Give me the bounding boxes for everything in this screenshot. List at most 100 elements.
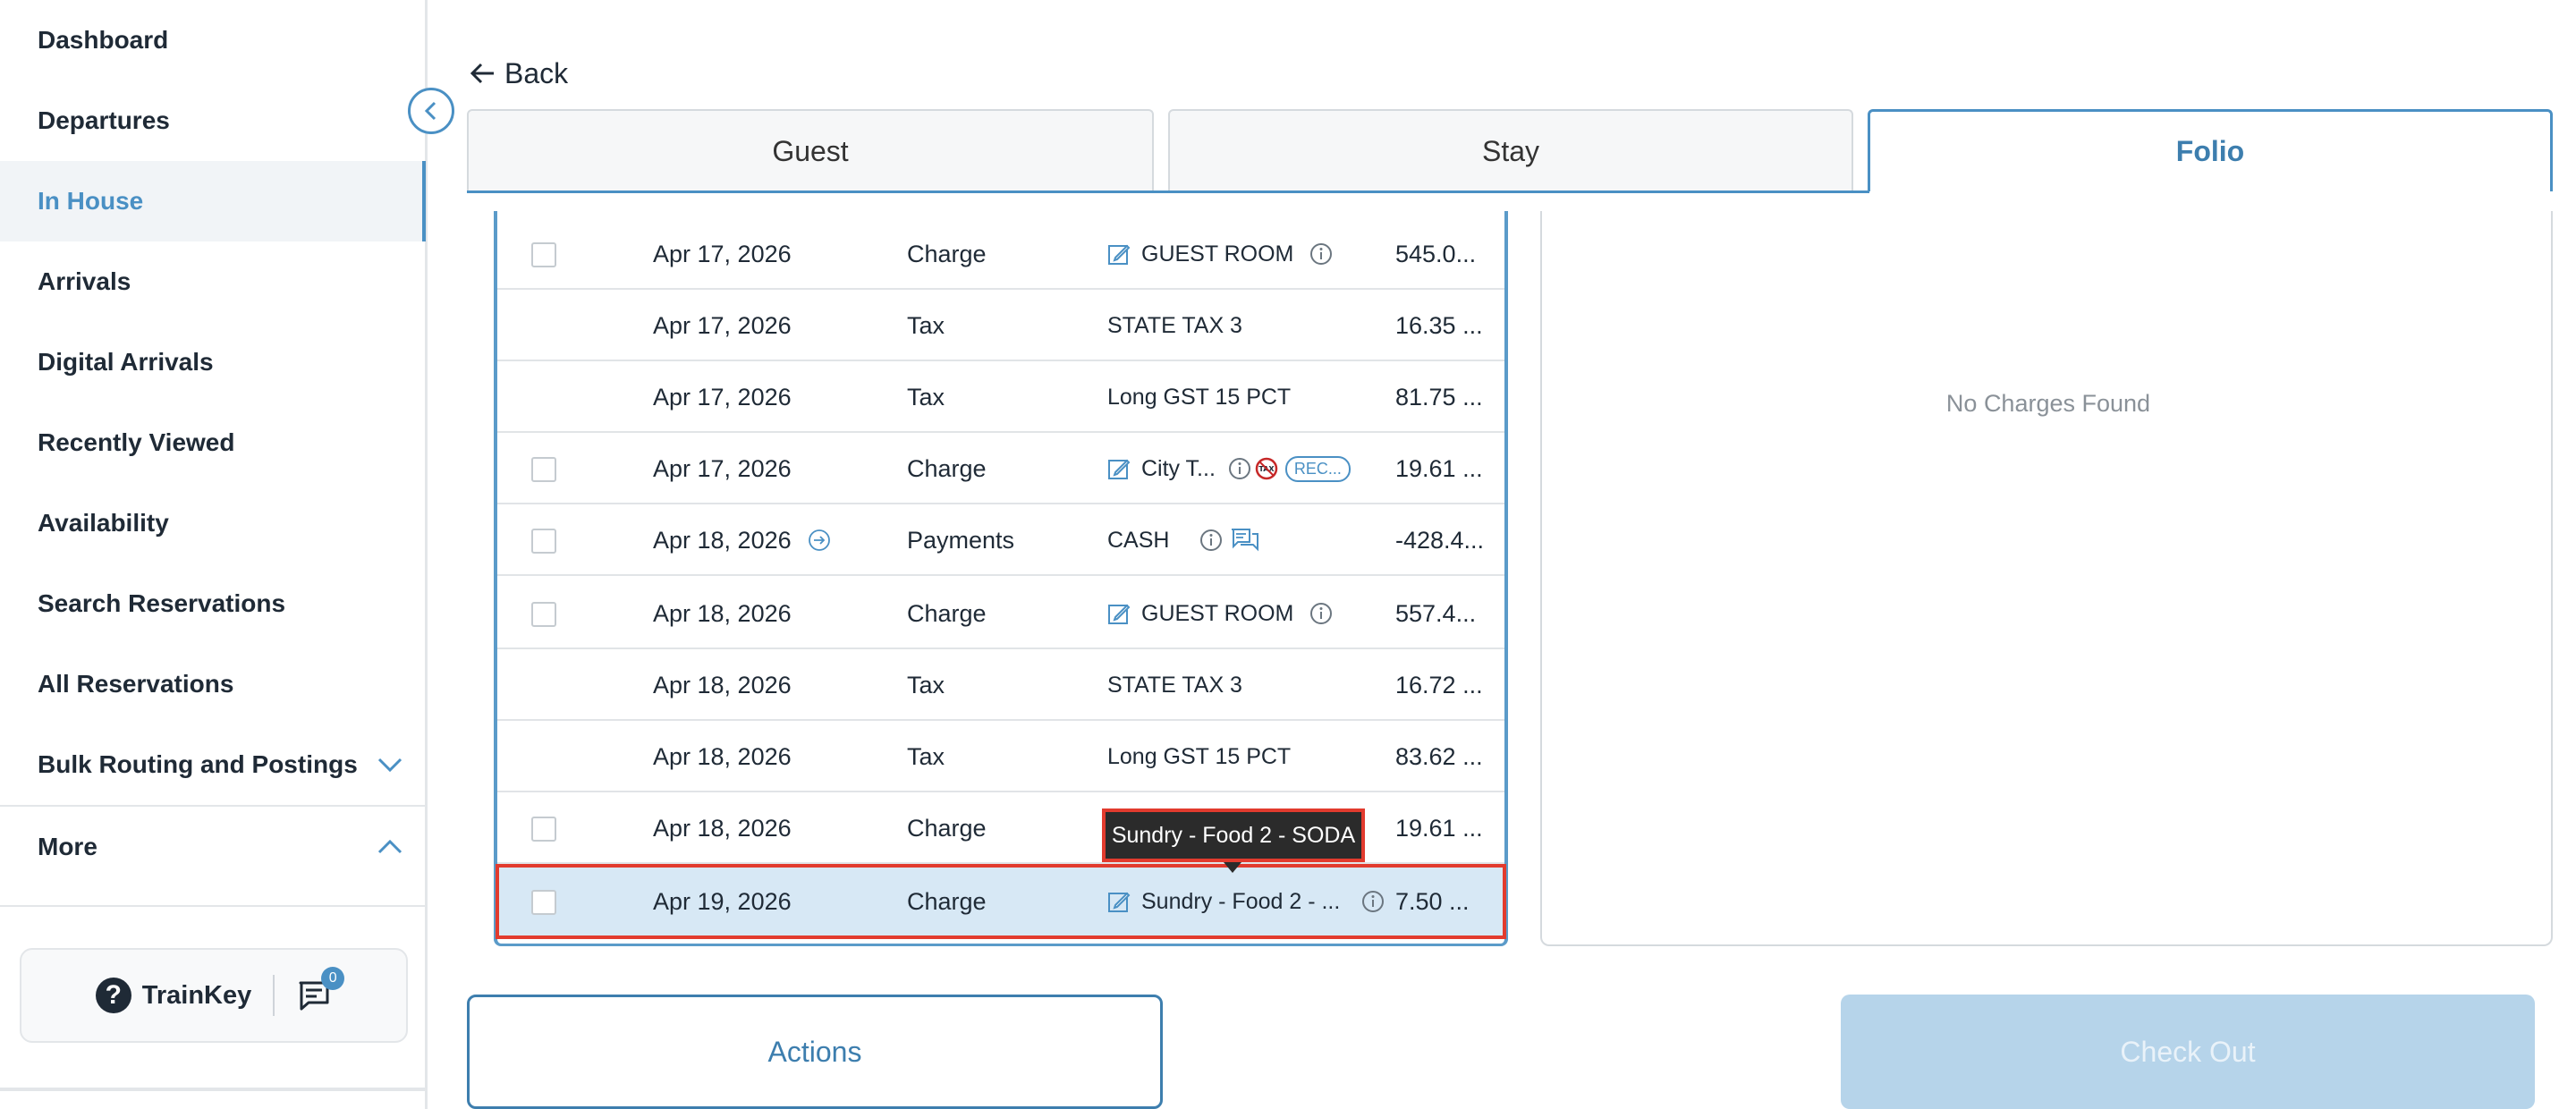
row-amount: 81.75 ... <box>1395 383 1483 411</box>
info-icon[interactable] <box>1228 457 1251 480</box>
info-icon[interactable] <box>1361 890 1385 913</box>
comment-icon[interactable] <box>1230 527 1260 554</box>
description-text: CASH <box>1107 527 1170 553</box>
row-type: Charge <box>907 599 987 627</box>
sidebar-item-search-reservations[interactable]: Search Reservations <box>0 563 426 644</box>
tab-label: Folio <box>2175 135 2245 167</box>
sidebar-item-label: In House <box>38 187 144 215</box>
chevron-left-icon <box>424 101 436 121</box>
row-amount: 7.50 ... <box>1395 887 1470 915</box>
date-text: Apr 18, 2026 <box>653 526 792 554</box>
table-row[interactable]: Apr 17, 2026 Charge City T... TAX REC...… <box>497 433 1504 504</box>
chevron-down-icon <box>377 758 402 773</box>
row-amount: 545.0... <box>1395 240 1477 267</box>
row-type: Tax <box>907 311 945 339</box>
info-icon[interactable] <box>1199 529 1223 552</box>
tax-exempt-icon[interactable]: TAX <box>1255 457 1278 480</box>
row-type: Payments <box>907 526 1015 554</box>
sidebar-item-digital-arrivals[interactable]: Digital Arrivals <box>0 322 426 402</box>
sidebar-item-in-house[interactable]: In House <box>0 161 426 241</box>
recurring-badge: REC... <box>1284 455 1351 482</box>
description-text: GUEST ROOM <box>1141 600 1294 626</box>
sidebar-divider <box>0 905 426 907</box>
row-date: Apr 17, 2026 <box>653 240 792 267</box>
row-checkbox[interactable] <box>531 602 556 627</box>
row-amount: 16.35 ... <box>1395 311 1483 339</box>
row-date: Apr 17, 2026 <box>653 454 792 482</box>
help-icon[interactable]: ? <box>95 978 131 1013</box>
transfer-arrow-icon[interactable] <box>808 529 831 552</box>
tab-guest[interactable]: Guest <box>467 109 1154 191</box>
row-description: CASH <box>1107 504 1260 576</box>
table-row[interactable]: Apr 17, 2026 Tax STATE TAX 3 16.35 ... <box>497 290 1504 361</box>
trainkey-label[interactable]: TrainKey <box>142 981 252 1011</box>
sidebar-item-recently-viewed[interactable]: Recently Viewed <box>0 402 426 483</box>
table-row[interactable]: Apr 17, 2026 Charge GUEST ROOM 545.0... <box>497 218 1504 290</box>
row-description: Sundry - Food 2 - ... <box>1107 866 1385 937</box>
info-icon[interactable] <box>1309 602 1333 625</box>
row-date: Apr 18, 2026 <box>653 742 792 770</box>
table-row[interactable]: Apr 18, 2026 Payments CASH -428.4... <box>497 504 1504 576</box>
sidebar-item-label: Search Reservations <box>38 589 286 617</box>
description-text: Sundry - Food 2 - ... <box>1141 888 1341 914</box>
sidebar-item-more[interactable]: More <box>0 807 426 887</box>
row-checkbox[interactable] <box>531 817 556 842</box>
messages-button[interactable]: 0 <box>296 967 345 1013</box>
sidebar-item-arrivals[interactable]: Arrivals <box>0 241 426 322</box>
edit-icon[interactable] <box>1107 602 1131 625</box>
back-button[interactable]: Back <box>469 54 568 93</box>
sidebar-item-availability[interactable]: Availability <box>0 483 426 563</box>
tab-folio[interactable]: Folio <box>1868 109 2553 191</box>
row-type: Charge <box>907 454 987 482</box>
sidebar-item-all-reservations[interactable]: All Reservations <box>0 644 426 724</box>
table-row[interactable]: Apr 18, 2026 Charge GUEST ROOM 557.4... <box>497 578 1504 649</box>
row-amount: 557.4... <box>1395 599 1477 627</box>
tooltip-arrow <box>1224 862 1241 873</box>
collapse-sidebar-button[interactable] <box>408 88 454 134</box>
row-description: STATE TAX 3 <box>1107 672 1242 698</box>
table-row-selected[interactable]: Apr 19, 2026 Charge Sundry - Food 2 - ..… <box>496 864 1506 939</box>
arrow-left-icon <box>470 63 494 84</box>
row-date: Apr 18, 2026 <box>653 504 831 576</box>
row-description: Long GST 15 PCT <box>1107 384 1292 410</box>
row-description: Long GST 15 PCT <box>1107 743 1292 769</box>
edit-icon[interactable] <box>1107 457 1131 480</box>
actions-button[interactable]: Actions <box>467 995 1163 1109</box>
row-amount: 16.72 ... <box>1395 671 1483 698</box>
sidebar-item-label: Dashboard <box>38 26 169 54</box>
table-row[interactable]: Apr 18, 2026 Tax STATE TAX 3 16.72 ... <box>497 649 1504 721</box>
sidebar-item-label: All Reservations <box>38 670 234 698</box>
row-date: Apr 17, 2026 <box>653 383 792 411</box>
row-checkbox[interactable] <box>531 529 556 554</box>
description-tooltip: Sundry - Food 2 - SODA <box>1102 808 1365 862</box>
info-icon[interactable] <box>1309 242 1333 266</box>
trainkey-panel: ? TrainKey 0 <box>20 948 408 1043</box>
sidebar-item-bulk-routing[interactable]: Bulk Routing and Postings <box>0 724 426 805</box>
sidebar-item-departures[interactable]: Departures <box>0 80 426 161</box>
divider <box>273 975 275 1016</box>
sidebar-item-dashboard[interactable]: Dashboard <box>0 0 426 80</box>
row-date: Apr 18, 2026 <box>653 599 792 627</box>
tab-label: Guest <box>772 134 849 167</box>
edit-icon[interactable] <box>1107 242 1131 266</box>
row-checkbox[interactable] <box>531 890 556 915</box>
chevron-up-icon <box>377 839 402 854</box>
sidebar-item-label: Recently Viewed <box>38 428 235 456</box>
row-type: Tax <box>907 383 945 411</box>
row-type: Charge <box>907 814 987 842</box>
row-date: Apr 19, 2026 <box>653 887 792 915</box>
edit-icon[interactable] <box>1107 890 1131 913</box>
row-checkbox[interactable] <box>531 457 556 482</box>
row-amount: 19.61 ... <box>1395 454 1483 482</box>
row-description: GUEST ROOM <box>1107 578 1333 649</box>
check-out-button[interactable]: Check Out <box>1841 995 2535 1109</box>
row-checkbox[interactable] <box>531 242 556 267</box>
row-description: City T... TAX REC... <box>1107 433 1351 504</box>
table-row[interactable]: Apr 17, 2026 Tax Long GST 15 PCT 81.75 .… <box>497 361 1504 433</box>
charges-panel: No Charges Found <box>1540 211 2553 946</box>
tab-stay[interactable]: Stay <box>1168 109 1853 191</box>
row-amount: 19.61 ... <box>1395 814 1483 842</box>
sidebar-divider <box>0 1088 426 1091</box>
empty-state-text: No Charges Found <box>1945 390 2151 417</box>
table-row[interactable]: Apr 18, 2026 Tax Long GST 15 PCT 83.62 .… <box>497 721 1504 792</box>
